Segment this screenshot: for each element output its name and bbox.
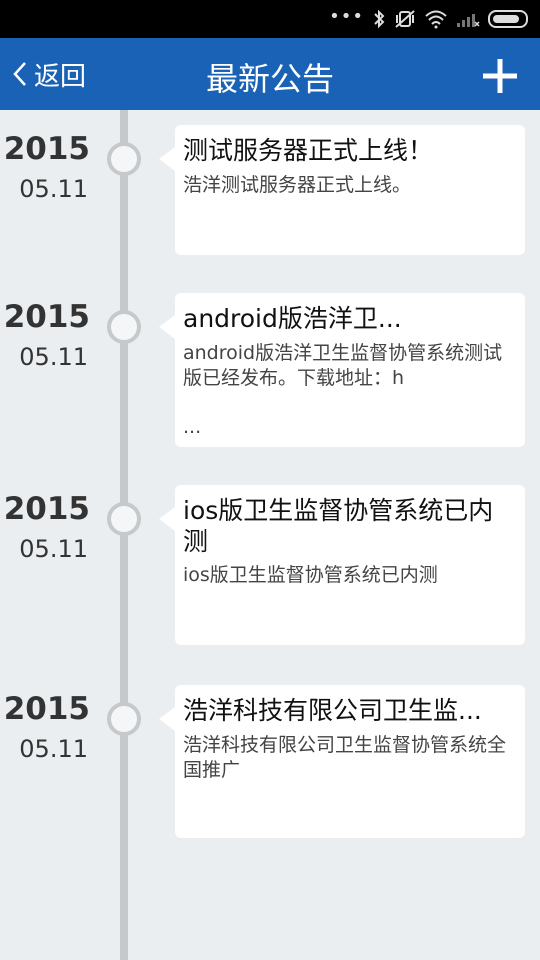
announcement-date: 05.11 — [19, 343, 88, 371]
wifi-icon — [425, 10, 447, 29]
battery-icon — [488, 10, 528, 28]
status-bar: ••• — [0, 0, 540, 38]
announcement-date: 05.11 — [19, 535, 88, 563]
announcement-year: 2015 — [3, 131, 90, 167]
announcement-body: android版浩洋卫生监督协管系统测试版已经发布。下载地址：h — [183, 342, 503, 389]
timeline-node — [107, 142, 141, 176]
vibrate-icon — [395, 10, 415, 28]
announcement-year: 2015 — [3, 491, 90, 527]
announcement-body: ios版卫生监督协管系统已内测 — [183, 564, 438, 586]
announcement-card[interactable]: 浩洋科技有限公司卫生监... 浩洋科技有限公司卫生监督协管系统全国推广 — [159, 685, 525, 838]
announcement-title: ios版卫生监督协管系统已内测 — [183, 496, 494, 556]
signal-icon — [457, 14, 480, 27]
announcement-date: 05.11 — [19, 735, 88, 763]
bluetooth-icon — [374, 9, 385, 29]
nav-bar: 返回 最新公告 — [0, 38, 540, 110]
announcement-body: 浩洋科技有限公司卫生监督协管系统全国推广 — [183, 734, 507, 781]
announcement-title: 浩洋科技有限公司卫生监... — [183, 696, 482, 725]
timeline-node — [107, 310, 141, 344]
announcement-ellipsis: ... — [183, 416, 202, 438]
timeline-node — [107, 702, 141, 736]
announcement-title: 测试服务器正式上线！ — [183, 136, 434, 165]
announcement-card[interactable]: 测试服务器正式上线！ 浩洋测试服务器正式上线。 — [159, 125, 525, 255]
announcement-year: 2015 — [3, 299, 90, 335]
status-icons: ••• — [329, 6, 528, 32]
announcement-date: 05.11 — [19, 175, 88, 203]
announcement-year: 2015 — [3, 691, 90, 727]
page-title: 最新公告 — [205, 60, 334, 98]
announcement-body: 浩洋测试服务器正式上线。 — [183, 174, 412, 196]
timeline-node — [107, 502, 141, 536]
announcement-card[interactable]: ios版卫生监督协管系统已内测 ios版卫生监督协管系统已内测 — [159, 485, 525, 645]
announcement-title: android版浩洋卫... — [183, 304, 402, 333]
announcement-card[interactable]: android版浩洋卫... android版浩洋卫生监督协管系统测试版已经发布… — [159, 293, 525, 447]
add-icon[interactable] — [480, 56, 520, 96]
notification-dots-icon: ••• — [329, 5, 364, 27]
